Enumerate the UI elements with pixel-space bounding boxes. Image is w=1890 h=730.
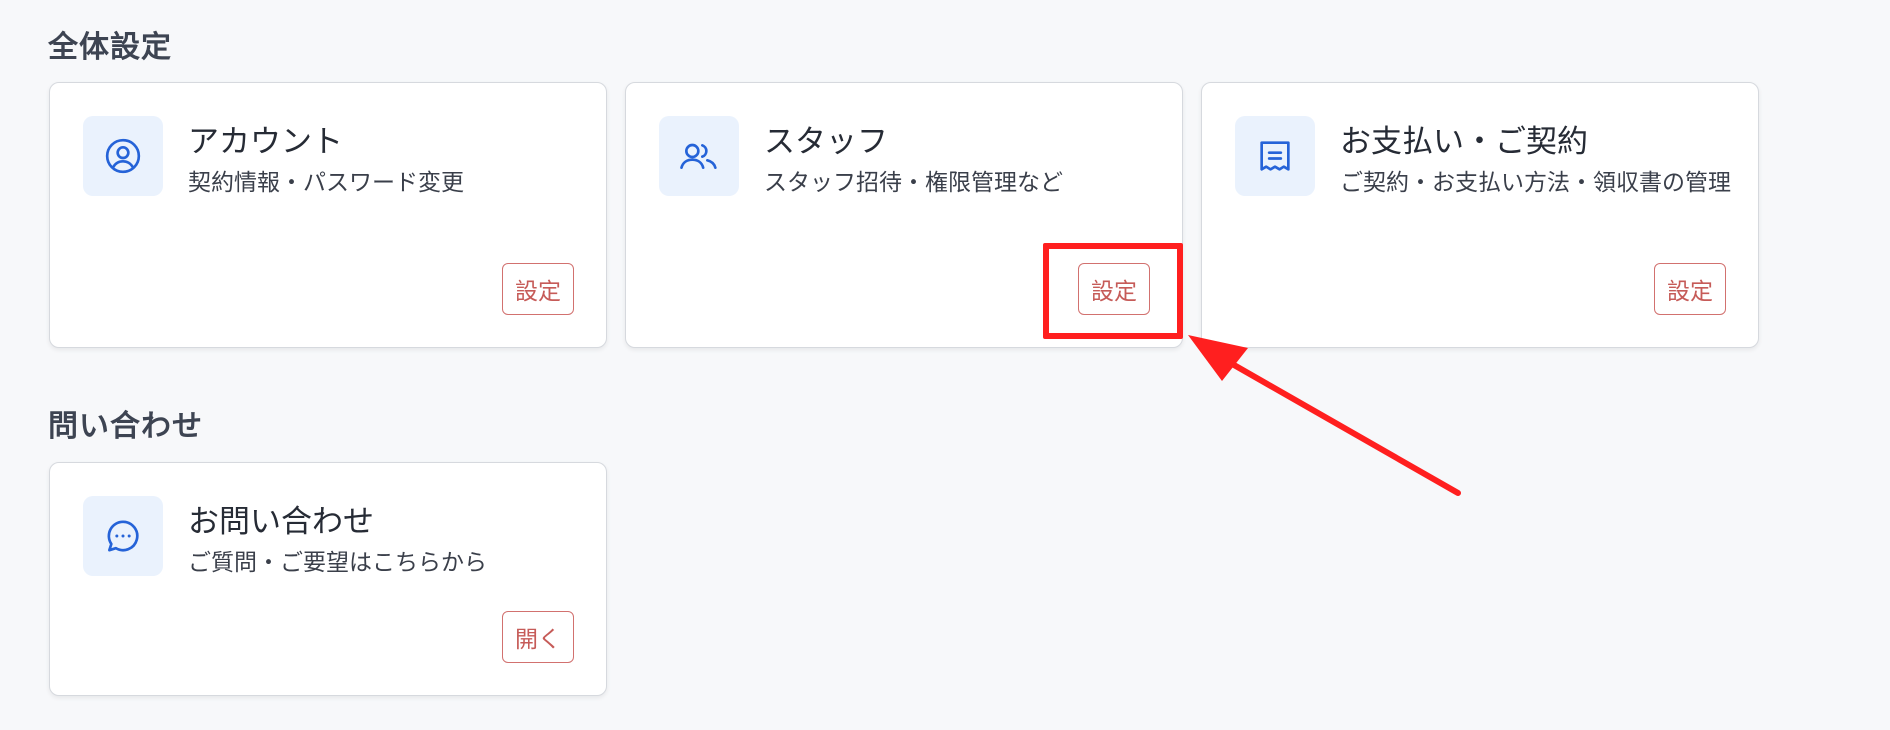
- annotation-arrow: [1188, 335, 1461, 496]
